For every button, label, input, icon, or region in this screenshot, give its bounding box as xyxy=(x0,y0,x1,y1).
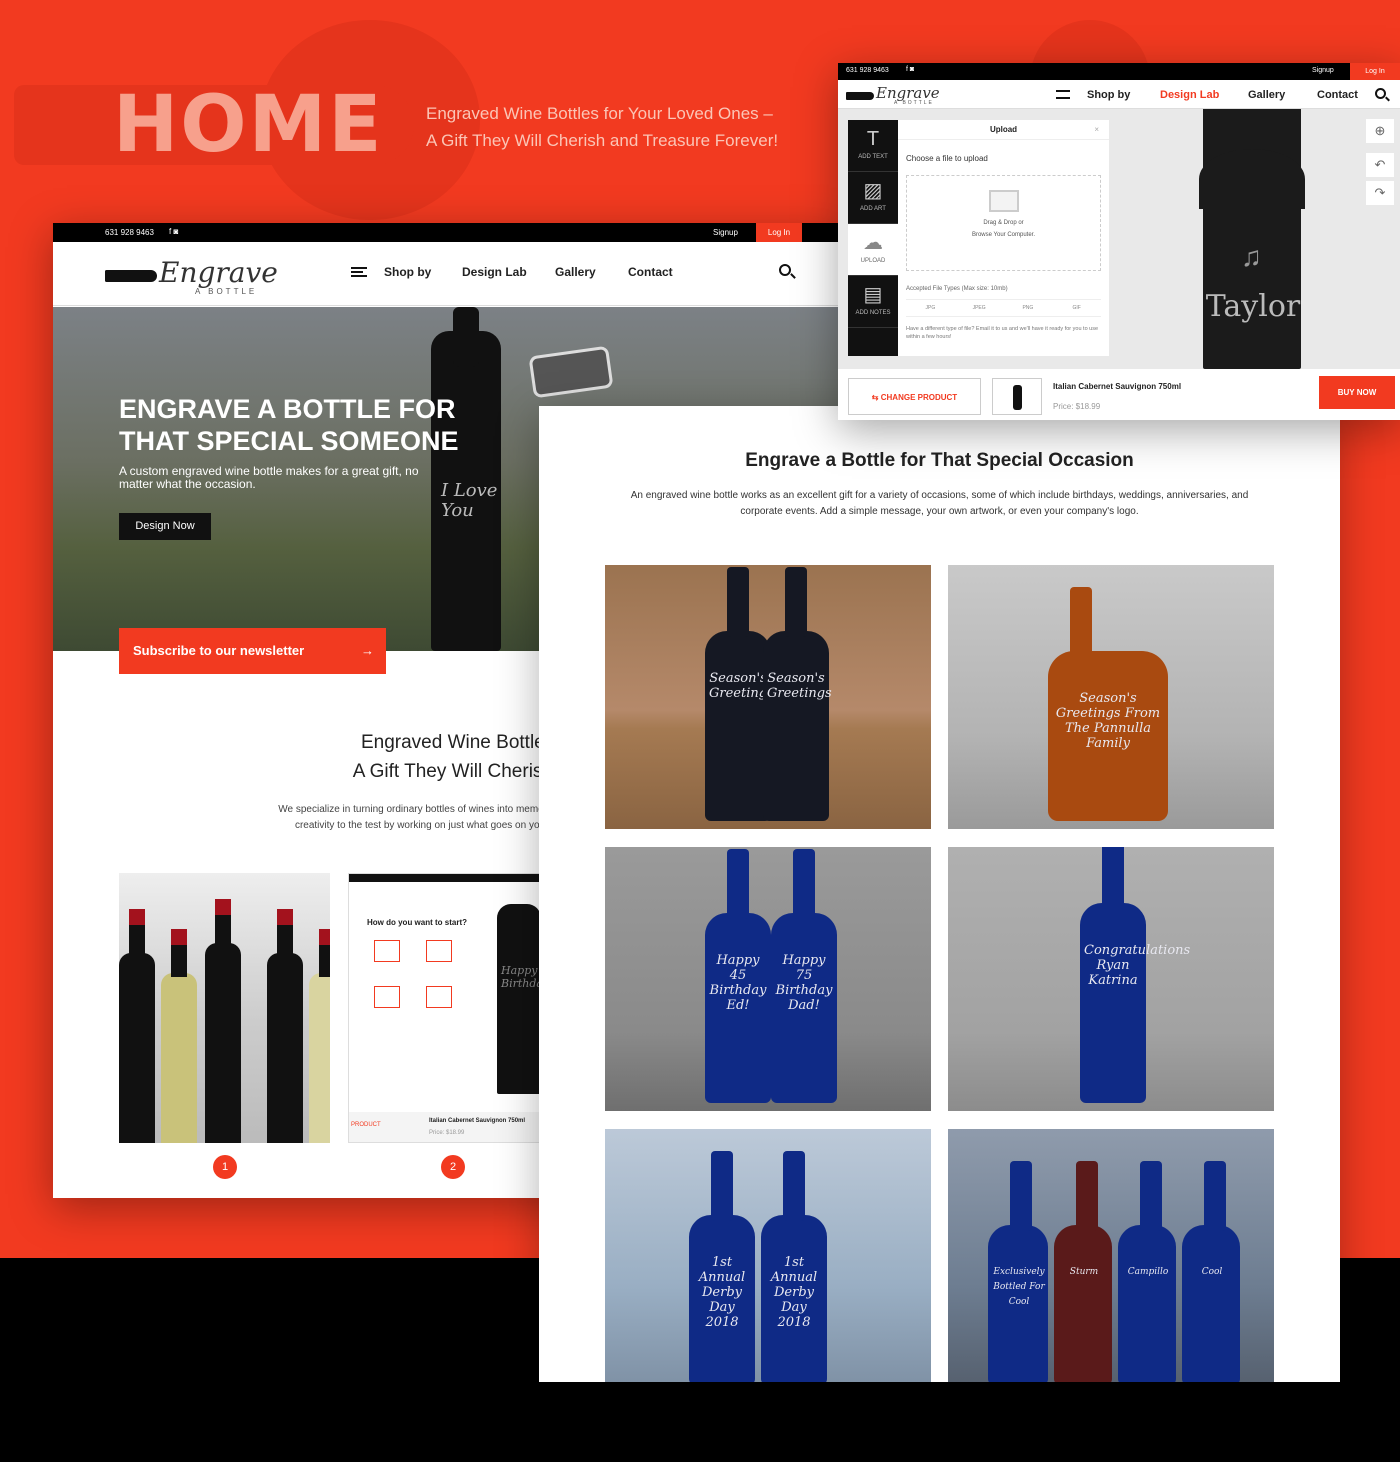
notes-tool-icon xyxy=(426,986,452,1008)
gallery-tile[interactable]: Exclusively Bottled For Cool Sturm Campi… xyxy=(948,1129,1274,1382)
choose-file-label: Choose a file to upload xyxy=(906,154,988,163)
nav-gallery[interactable]: Gallery xyxy=(1248,89,1285,101)
gallery-tile[interactable]: Happy 45 Birthday Ed! Happy 75 Birthday … xyxy=(605,847,931,1111)
gallery-page-mockup: Engrave a Bottle for That Special Occasi… xyxy=(539,406,1340,1382)
upload-tool[interactable]: ☁ UPLOAD xyxy=(848,224,898,276)
image-tool-icon xyxy=(426,940,452,962)
login-button[interactable]: Log In xyxy=(1350,63,1400,80)
upload-panel: Upload × Choose a file to upload Drag & … xyxy=(898,120,1109,356)
gallery-tile[interactable]: 1st Annual Derby Day 2018 1st Annual Der… xyxy=(605,1129,931,1382)
social-icons[interactable]: f ◙ xyxy=(906,66,914,73)
subscribe-button[interactable]: Subscribe to our newsletter → xyxy=(119,628,386,674)
nav-gallery[interactable]: Gallery xyxy=(555,265,596,279)
wine-bottles-photo xyxy=(119,873,330,1143)
nav-contact[interactable]: Contact xyxy=(1317,89,1358,101)
design-now-button[interactable]: Design Now xyxy=(119,513,211,540)
tagline: Engraved Wine Bottles for Your Loved One… xyxy=(426,104,779,150)
search-icon[interactable] xyxy=(1375,88,1386,99)
hero-text: A custom engraved wine bottle makes for … xyxy=(119,464,419,491)
gallery-text: An engraved wine bottle works as an exce… xyxy=(630,490,1249,517)
buy-now-button[interactable]: BUY NOW xyxy=(1319,376,1395,409)
cloud-upload-icon: ☁ xyxy=(863,232,883,254)
nav-shop-by[interactable]: Shop by xyxy=(384,265,431,279)
signup-link[interactable]: Signup xyxy=(1312,67,1334,74)
gallery-tile[interactable]: Season's Greetings From The Pannulla Fam… xyxy=(948,565,1274,829)
bottle-engraved-name: Taylor xyxy=(1205,289,1301,324)
product-price: Price: $18.99 xyxy=(1053,402,1101,411)
accepted-types-label: Accepted File Types (Max size: 10mb) xyxy=(906,286,1008,292)
hero-phone-image xyxy=(528,345,614,399)
arrow-right-icon: → xyxy=(361,643,374,658)
logo-bottle-icon xyxy=(846,92,874,100)
panel-title: Upload xyxy=(989,125,1018,134)
drop-zone[interactable]: Drag & Drop or Browse Your Computer. xyxy=(906,175,1101,271)
upload-note: Have a different type of file? Email it … xyxy=(906,326,1099,340)
product-name: Italian Cabernet Sauvignon 750ml xyxy=(1053,382,1182,391)
drum-kit-engraving: ♫ xyxy=(1241,241,1262,272)
search-icon[interactable] xyxy=(779,264,791,276)
design-lab-mockup: 631 928 9463 f ◙ Signup Log In Engrave A… xyxy=(838,63,1400,420)
product-thumbnail xyxy=(992,378,1042,415)
phone-number[interactable]: 631 928 9463 xyxy=(846,67,889,74)
nav-design-lab[interactable]: Design Lab xyxy=(1160,89,1219,101)
logo-bottle-icon xyxy=(105,270,157,282)
image-icon: ▨ xyxy=(863,180,883,202)
close-icon[interactable]: × xyxy=(1094,120,1099,140)
zoom-icon[interactable]: ⊕ xyxy=(1366,119,1394,143)
social-icons[interactable]: f ◙ xyxy=(169,227,178,236)
preview-bottle: Happy Birthday xyxy=(497,904,547,1094)
nav-contact[interactable]: Contact xyxy=(628,265,673,279)
text-tool-icon xyxy=(374,940,400,962)
file-types: JPG JPEG PNG GIF xyxy=(906,299,1101,317)
gallery-heading: Engrave a Bottle for That Special Occasi… xyxy=(745,450,1134,471)
add-notes-tool[interactable]: ▤ ADD NOTES xyxy=(848,276,898,328)
signup-link[interactable]: Signup xyxy=(713,228,738,237)
design-lab-preview: How do you want to start? Happy Birthday… xyxy=(348,873,548,1143)
main-nav: Engrave A BOTTLE Shop by Design Lab Gall… xyxy=(838,80,1400,109)
top-bar: 631 928 9463 f ◙ Signup Log In xyxy=(53,223,843,242)
gallery-tile[interactable]: Season's Greetings Season's Greetings xyxy=(605,565,931,829)
preview-product-bar: PRODUCT Italian Cabernet Sauvignon 750ml… xyxy=(349,1112,547,1142)
phone-number[interactable]: 631 928 9463 xyxy=(105,228,154,237)
image-placeholder-icon xyxy=(988,190,1019,212)
nav-shop-by[interactable]: Shop by xyxy=(1087,89,1130,101)
menu-icon[interactable] xyxy=(351,267,367,277)
product-bar: ⇆ CHANGE PRODUCT Italian Cabernet Sauvig… xyxy=(838,369,1400,420)
nav-design-lab[interactable]: Design Lab xyxy=(462,265,527,279)
gallery-tile[interactable]: Congratulations Ryan Katrina xyxy=(948,847,1274,1111)
logo[interactable]: Engrave A BOTTLE xyxy=(846,84,946,106)
add-art-tool[interactable]: ▨ ADD ART xyxy=(848,172,898,224)
step-number-1: 1 xyxy=(213,1155,237,1179)
step-number-2: 2 xyxy=(441,1155,465,1179)
add-text-tool[interactable]: T ADD TEXT xyxy=(848,120,898,172)
notes-icon: ▤ xyxy=(863,284,883,306)
upload-tool-icon xyxy=(374,986,400,1008)
logo[interactable]: Engrave A BOTTLE xyxy=(105,256,295,296)
login-button[interactable]: Log In xyxy=(756,223,802,242)
menu-icon[interactable] xyxy=(1056,90,1070,99)
hero-bottle-image: I Love You xyxy=(431,307,501,651)
page-title: HOME xyxy=(113,80,384,170)
bottle-preview: ♫ Taylor xyxy=(1199,109,1305,369)
text-icon: T xyxy=(866,128,880,150)
design-stage: T ADD TEXT ▨ ADD ART ☁ UPLOAD ▤ ADD NOTE… xyxy=(838,109,1400,369)
undo-icon[interactable]: ↶ xyxy=(1366,153,1394,177)
change-product-button[interactable]: ⇆ CHANGE PRODUCT xyxy=(848,378,981,415)
redo-icon[interactable]: ↷ xyxy=(1366,181,1394,205)
top-bar: 631 928 9463 f ◙ Signup Log In xyxy=(838,63,1400,80)
main-nav: Engrave A BOTTLE Shop by Design Lab Gall… xyxy=(53,242,843,306)
tool-sidebar: T ADD TEXT ▨ ADD ART ☁ UPLOAD ▤ ADD NOTE… xyxy=(848,120,898,356)
hero-heading: ENGRAVE A BOTTLE FOR THAT SPECIAL SOMEON… xyxy=(119,394,459,456)
